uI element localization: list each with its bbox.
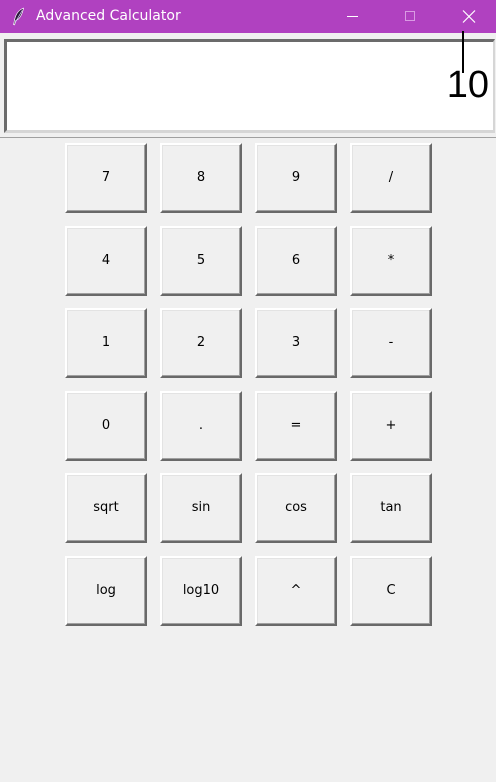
key-5[interactable]: 5 [160, 226, 242, 296]
key-tan[interactable]: tan [350, 473, 432, 543]
maximize-button[interactable] [387, 0, 433, 33]
minimize-icon [347, 16, 358, 17]
key-clear[interactable]: C [350, 556, 432, 626]
key-8[interactable]: 8 [160, 143, 242, 213]
key-subtract[interactable]: - [350, 308, 432, 378]
maximize-icon [405, 11, 415, 21]
minimize-button[interactable] [329, 0, 375, 33]
key-multiply[interactable]: * [350, 226, 432, 296]
key-0[interactable]: 0 [65, 391, 147, 461]
close-icon [462, 10, 476, 23]
key-sqrt[interactable]: sqrt [65, 473, 147, 543]
key-log[interactable]: log [65, 556, 147, 626]
key-3[interactable]: 3 [255, 308, 337, 378]
window-title: Advanced Calculator [36, 8, 181, 24]
key-add[interactable]: + [350, 391, 432, 461]
feather-icon [13, 7, 24, 26]
display-area: 10 [0, 36, 496, 138]
key-7[interactable]: 7 [65, 143, 147, 213]
key-cos[interactable]: cos [255, 473, 337, 543]
key-sin[interactable]: sin [160, 473, 242, 543]
key-log10[interactable]: log10 [160, 556, 242, 626]
key-equals[interactable]: = [255, 391, 337, 461]
key-9[interactable]: 9 [255, 143, 337, 213]
key-divide[interactable]: / [350, 143, 432, 213]
display-value: 10 [446, 64, 489, 106]
key-power[interactable]: ^ [255, 556, 337, 626]
title-bar[interactable]: Advanced Calculator [0, 0, 496, 33]
text-cursor [462, 31, 464, 73]
key-2[interactable]: 2 [160, 308, 242, 378]
key-decimal[interactable]: . [160, 391, 242, 461]
key-1[interactable]: 1 [65, 308, 147, 378]
key-4[interactable]: 4 [65, 226, 147, 296]
key-6[interactable]: 6 [255, 226, 337, 296]
close-button[interactable] [446, 0, 492, 33]
calculator-display[interactable]: 10 [4, 39, 495, 133]
